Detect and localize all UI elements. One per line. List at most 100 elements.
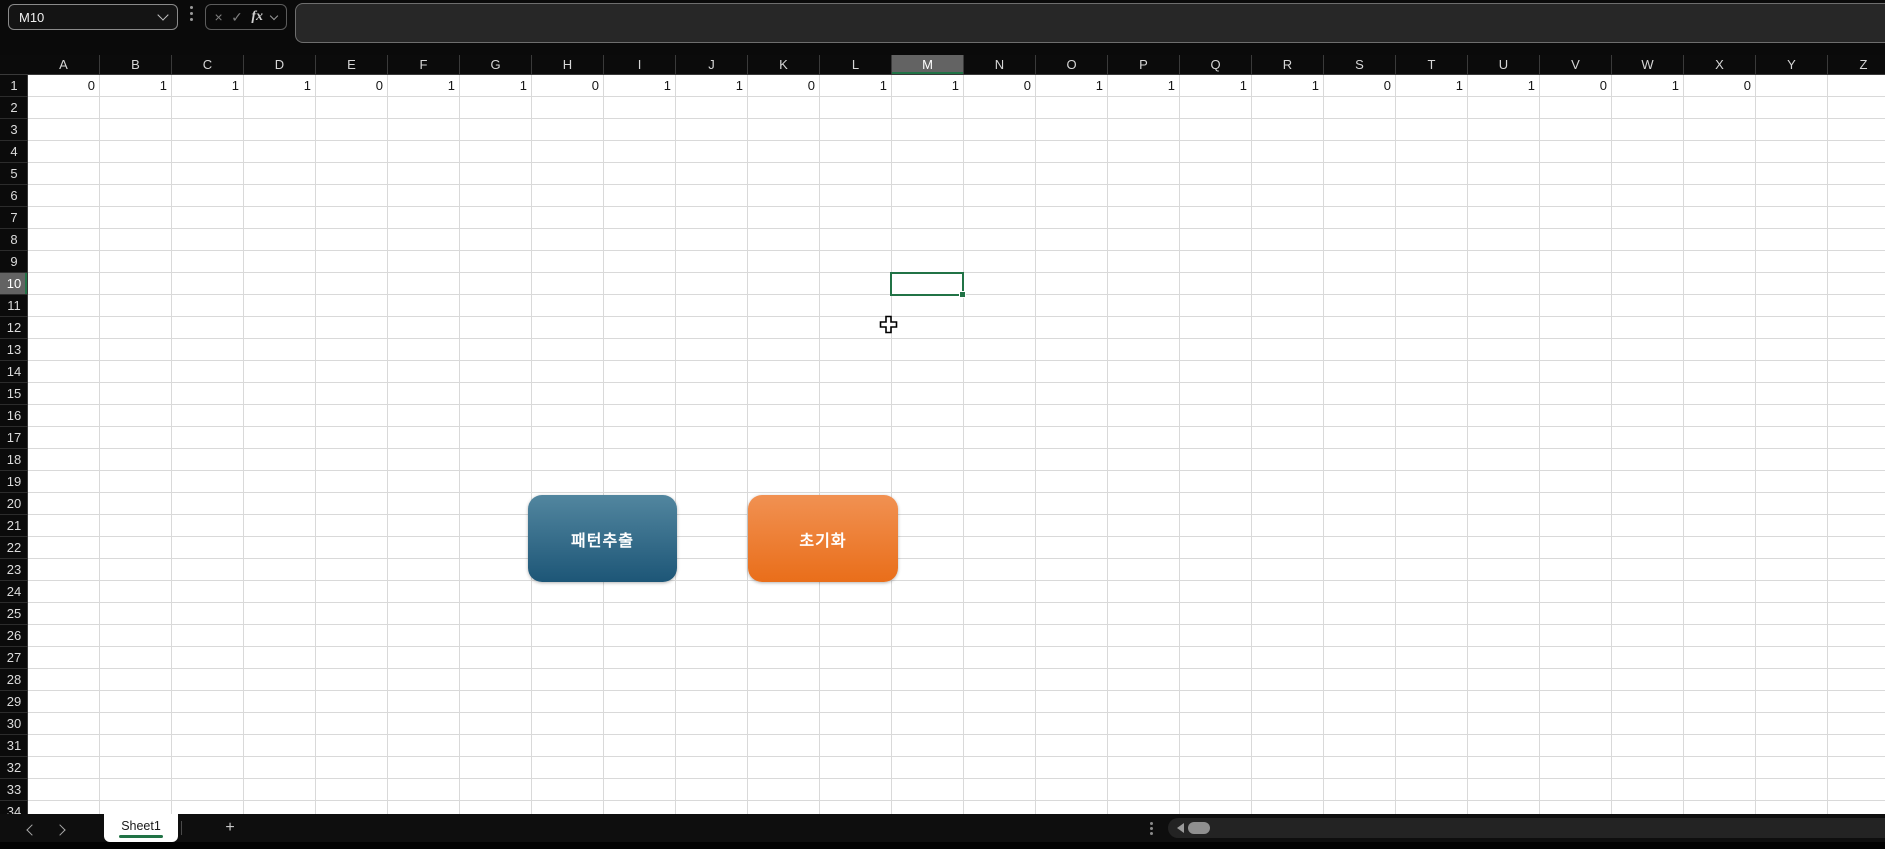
cell-W1[interactable]: 1 (1612, 75, 1684, 97)
insert-function-icon[interactable]: fx (251, 10, 263, 24)
row-header-27[interactable]: 27 (0, 647, 27, 669)
column-header-W[interactable]: W (1612, 55, 1684, 74)
prev-sheet-button[interactable] (24, 821, 40, 836)
fill-handle[interactable] (959, 291, 966, 298)
next-sheet-button[interactable] (54, 821, 72, 836)
add-sheet-button[interactable]: + (222, 817, 238, 839)
row-header-22[interactable]: 22 (0, 537, 27, 559)
cell-N1[interactable]: 0 (964, 75, 1036, 97)
column-header-B[interactable]: B (100, 55, 172, 74)
column-header-O[interactable]: O (1036, 55, 1108, 74)
cancel-icon[interactable]: × (214, 10, 222, 24)
row-header-15[interactable]: 15 (0, 383, 27, 405)
cell-K1[interactable]: 0 (748, 75, 820, 97)
sheet-tab-sheet1[interactable]: Sheet1 (104, 814, 178, 842)
row-header-28[interactable]: 28 (0, 669, 27, 691)
column-header-Q[interactable]: Q (1180, 55, 1252, 74)
column-header-A[interactable]: A (28, 55, 100, 74)
row-header-33[interactable]: 33 (0, 779, 27, 801)
row-header-9[interactable]: 9 (0, 251, 27, 273)
column-header-X[interactable]: X (1684, 55, 1756, 74)
row-header-34[interactable]: 34 (0, 801, 27, 814)
row-header-30[interactable]: 30 (0, 713, 27, 735)
column-header-M[interactable]: M (892, 55, 964, 74)
row-header-6[interactable]: 6 (0, 185, 27, 207)
cell-J1[interactable]: 1 (676, 75, 748, 97)
cell-T1[interactable]: 1 (1396, 75, 1468, 97)
column-header-E[interactable]: E (316, 55, 388, 74)
column-header-S[interactable]: S (1324, 55, 1396, 74)
cell-M1[interactable]: 1 (892, 75, 964, 97)
reset-button[interactable]: 초기화 (748, 495, 898, 582)
row-header-4[interactable]: 4 (0, 141, 27, 163)
row-header-21[interactable]: 21 (0, 515, 27, 537)
column-header-T[interactable]: T (1396, 55, 1468, 74)
row-header-18[interactable]: 18 (0, 449, 27, 471)
column-header-K[interactable]: K (748, 55, 820, 74)
column-header-I[interactable]: I (604, 55, 676, 74)
cell-D1[interactable]: 1 (244, 75, 316, 97)
scrollbar-splitter-dots-icon[interactable] (1150, 827, 1153, 830)
horizontal-scrollbar[interactable] (1168, 818, 1885, 838)
row-header-5[interactable]: 5 (0, 163, 27, 185)
chevron-down-icon[interactable] (157, 9, 169, 21)
column-header-H[interactable]: H (532, 55, 604, 74)
cell-O1[interactable]: 1 (1036, 75, 1108, 97)
column-header-R[interactable]: R (1252, 55, 1324, 74)
cell-V1[interactable]: 0 (1540, 75, 1612, 97)
column-header-Y[interactable]: Y (1756, 55, 1828, 74)
cell-H1[interactable]: 0 (532, 75, 604, 97)
row-header-1[interactable]: 1 (0, 75, 27, 97)
cell-R1[interactable]: 1 (1252, 75, 1324, 97)
row-header-10[interactable]: 10 (0, 273, 27, 295)
column-header-C[interactable]: C (172, 55, 244, 74)
row-header-13[interactable]: 13 (0, 339, 27, 361)
column-header-P[interactable]: P (1108, 55, 1180, 74)
column-header-U[interactable]: U (1468, 55, 1540, 74)
scrollbar-thumb[interactable] (1188, 822, 1210, 834)
cells-area[interactable]: 011101101101101111011010 (28, 75, 1885, 814)
cell-E1[interactable]: 0 (316, 75, 388, 97)
column-header-F[interactable]: F (388, 55, 460, 74)
cell-B1[interactable]: 1 (100, 75, 172, 97)
row-header-3[interactable]: 3 (0, 119, 27, 141)
cell-L1[interactable]: 1 (820, 75, 892, 97)
row-header-31[interactable]: 31 (0, 735, 27, 757)
row-header-29[interactable]: 29 (0, 691, 27, 713)
column-header-D[interactable]: D (244, 55, 316, 74)
enter-icon[interactable]: ✓ (231, 10, 243, 24)
cell-Q1[interactable]: 1 (1180, 75, 1252, 97)
row-header-14[interactable]: 14 (0, 361, 27, 383)
formula-bar-input[interactable] (295, 3, 1885, 43)
cell-X1[interactable]: 0 (1684, 75, 1756, 97)
row-header-19[interactable]: 19 (0, 471, 27, 493)
row-header-32[interactable]: 32 (0, 757, 27, 779)
row-header-16[interactable]: 16 (0, 405, 27, 427)
column-header-Z[interactable]: Z (1828, 55, 1885, 74)
cell-I1[interactable]: 1 (604, 75, 676, 97)
column-header-L[interactable]: L (820, 55, 892, 74)
column-header-J[interactable]: J (676, 55, 748, 74)
column-header-V[interactable]: V (1540, 55, 1612, 74)
row-header-17[interactable]: 17 (0, 427, 27, 449)
row-header-8[interactable]: 8 (0, 229, 27, 251)
row-header-25[interactable]: 25 (0, 603, 27, 625)
cell-U1[interactable]: 1 (1468, 75, 1540, 97)
cell-S1[interactable]: 0 (1324, 75, 1396, 97)
cell-F1[interactable]: 1 (388, 75, 460, 97)
pattern-extract-button[interactable]: 패턴추출 (528, 495, 677, 582)
row-header-12[interactable]: 12 (0, 317, 27, 339)
row-header-26[interactable]: 26 (0, 625, 27, 647)
row-header-23[interactable]: 23 (0, 559, 27, 581)
row-header-20[interactable]: 20 (0, 493, 27, 515)
cell-A1[interactable]: 0 (28, 75, 100, 97)
row-header-2[interactable]: 2 (0, 97, 27, 119)
row-header-7[interactable]: 7 (0, 207, 27, 229)
scroll-left-arrow-icon[interactable] (1177, 823, 1184, 833)
column-header-N[interactable]: N (964, 55, 1036, 74)
column-header-G[interactable]: G (460, 55, 532, 74)
row-header-24[interactable]: 24 (0, 581, 27, 603)
name-box[interactable]: M10 (8, 4, 178, 30)
cell-G1[interactable]: 1 (460, 75, 532, 97)
chevron-down-icon[interactable] (270, 11, 279, 21)
